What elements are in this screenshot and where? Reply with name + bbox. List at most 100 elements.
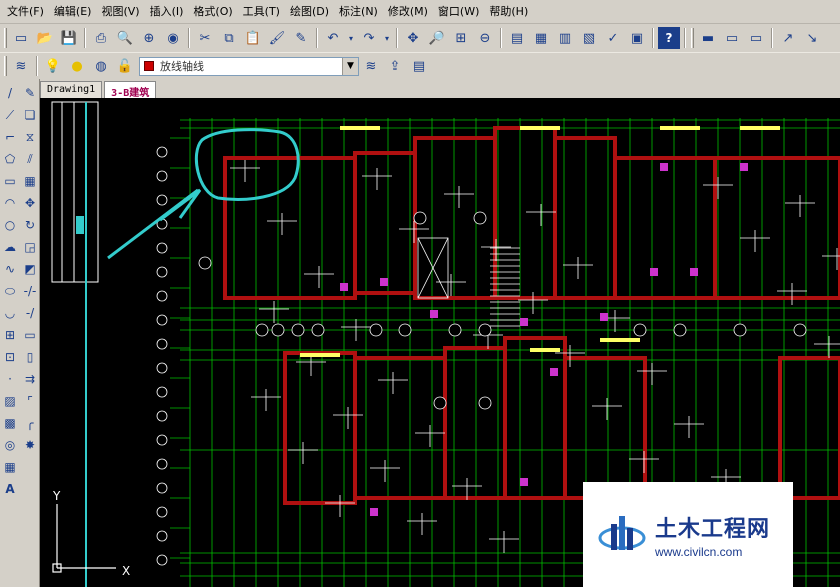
scale-icon[interactable]: ◲: [21, 237, 39, 257]
copy-icon[interactable]: ⧉: [218, 27, 240, 49]
point-icon[interactable]: ·: [1, 369, 19, 389]
print-preview-icon[interactable]: 🔍: [114, 27, 136, 49]
ellipse-arc-icon[interactable]: ◡: [1, 303, 19, 323]
table-icon[interactable]: ▦: [1, 457, 19, 477]
break-at-point-icon[interactable]: ▭: [21, 325, 39, 345]
multileader-style-icon[interactable]: ↘: [801, 27, 823, 49]
move-icon[interactable]: ✥: [21, 193, 39, 213]
publish-icon[interactable]: ⊕: [138, 27, 160, 49]
gradient-icon[interactable]: ▩: [1, 413, 19, 433]
layer-previous-icon[interactable]: ⇪: [384, 55, 406, 77]
trim-icon[interactable]: -/-: [21, 281, 39, 301]
polygon-icon[interactable]: ⬠: [1, 149, 19, 169]
web-publish-icon[interactable]: ◉: [162, 27, 184, 49]
polyline-icon[interactable]: ⌐: [1, 127, 19, 147]
toolbar-grip[interactable]: [4, 28, 7, 48]
menu-view[interactable]: 视图(V): [96, 0, 144, 24]
pan-icon[interactable]: ✥: [402, 27, 424, 49]
make-block-icon[interactable]: ⊡: [1, 347, 19, 367]
properties-icon[interactable]: ▤: [506, 27, 528, 49]
hatch-icon[interactable]: ▨: [1, 391, 19, 411]
mirror-icon[interactable]: ⧖: [21, 127, 39, 147]
menu-tools[interactable]: 工具(T): [238, 0, 285, 24]
cut-icon[interactable]: ✂: [194, 27, 216, 49]
paste-icon[interactable]: 📋: [242, 27, 264, 49]
undo-dropdown-icon[interactable]: ▾: [346, 27, 356, 49]
zoom-previous-icon[interactable]: ⊖: [474, 27, 496, 49]
extend-icon[interactable]: -/: [21, 303, 39, 323]
axis-bubble: [156, 314, 168, 326]
layer-dropdown[interactable]: 放线轴线 ▼: [139, 56, 359, 76]
layer-viewport-freeze-icon[interactable]: ◍: [90, 55, 112, 77]
match-properties-icon[interactable]: 🖌: [266, 27, 288, 49]
menu-edit[interactable]: 编辑(E): [49, 0, 97, 24]
style-text-icon[interactable]: ▬: [697, 27, 719, 49]
menu-draw[interactable]: 绘图(D): [285, 0, 334, 24]
print-icon[interactable]: ⎙: [90, 27, 112, 49]
layer-states-icon[interactable]: ▤: [408, 55, 430, 77]
axis-bubble: [156, 242, 168, 254]
region-icon[interactable]: ◎: [1, 435, 19, 455]
insert-block-icon[interactable]: ⊞: [1, 325, 19, 345]
chevron-down-icon[interactable]: ▼: [342, 57, 358, 75]
zoom-realtime-icon[interactable]: 🔎: [426, 27, 448, 49]
layer-lock-icon[interactable]: 🔓: [114, 55, 136, 77]
chamfer-icon[interactable]: ⌜: [21, 391, 39, 411]
watermark-url[interactable]: www.civilcn.com: [655, 545, 770, 559]
multileader-icon[interactable]: ↗: [777, 27, 799, 49]
menu-dimension[interactable]: 标注(N): [334, 0, 383, 24]
sheet-set-icon[interactable]: ▧: [578, 27, 600, 49]
join-icon[interactable]: ⇉: [21, 369, 39, 389]
menu-format[interactable]: 格式(O): [188, 0, 237, 24]
style-dim-icon[interactable]: ▭: [721, 27, 743, 49]
arc-icon[interactable]: ◠: [1, 193, 19, 213]
copy-object-icon[interactable]: ❏: [21, 105, 39, 125]
array-icon[interactable]: ▦: [21, 171, 39, 191]
redo-icon[interactable]: ↷: [358, 27, 380, 49]
redo-dropdown-icon[interactable]: ▾: [382, 27, 392, 49]
line-icon[interactable]: /: [1, 83, 19, 103]
open-file-icon[interactable]: 📂: [34, 27, 56, 49]
style-table-icon[interactable]: ▭: [745, 27, 767, 49]
menu-modify[interactable]: 修改(M): [383, 0, 433, 24]
stretch-icon[interactable]: ◩: [21, 259, 39, 279]
revcloud-icon[interactable]: ☁: [1, 237, 19, 257]
menu-file[interactable]: 文件(F): [2, 0, 49, 24]
construction-line-icon[interactable]: ⟋: [1, 105, 19, 125]
undo-icon[interactable]: ↶: [322, 27, 344, 49]
rectangle-icon[interactable]: ▭: [1, 171, 19, 191]
make-object-layer-current-icon[interactable]: ≋: [360, 55, 382, 77]
new-file-icon[interactable]: ▭: [10, 27, 32, 49]
save-icon[interactable]: 💾: [58, 27, 80, 49]
layer-manager-icon[interactable]: ≋: [10, 55, 32, 77]
design-center-icon[interactable]: ▦: [530, 27, 552, 49]
spline-icon[interactable]: ∿: [1, 259, 19, 279]
ellipse-icon[interactable]: ⬭: [1, 281, 19, 301]
tool-palettes-icon[interactable]: ▥: [554, 27, 576, 49]
window-mark: [740, 126, 780, 130]
menu-window[interactable]: 窗口(W): [433, 0, 484, 24]
layer-on-icon[interactable]: 💡: [42, 55, 64, 77]
tab-3b-building[interactable]: 3-B建筑: [104, 81, 157, 99]
circle-icon[interactable]: ○: [1, 215, 19, 235]
axis-bubble: [156, 266, 168, 278]
layer-freeze-icon[interactable]: ●: [66, 55, 88, 77]
tab-drawing1[interactable]: Drawing1: [40, 81, 103, 98]
mtext-icon[interactable]: A: [1, 479, 19, 499]
axis-bubble: [448, 323, 462, 337]
calculator-icon[interactable]: ▣: [626, 27, 648, 49]
help-icon[interactable]: ?: [658, 27, 680, 49]
explode-icon[interactable]: ✸: [21, 435, 39, 455]
offset-icon[interactable]: ⫽: [21, 149, 39, 169]
break-icon[interactable]: ▯: [21, 347, 39, 367]
erase-icon[interactable]: ✎: [21, 83, 39, 103]
wall: [503, 336, 567, 500]
menu-help[interactable]: 帮助(H): [484, 0, 533, 24]
markup-icon[interactable]: ✓: [602, 27, 624, 49]
axis-bubble: [156, 338, 168, 350]
rotate-icon[interactable]: ↻: [21, 215, 39, 235]
fillet-icon[interactable]: ╭: [21, 413, 39, 433]
zoom-window-icon[interactable]: ⊞: [450, 27, 472, 49]
block-editor-icon[interactable]: ✎: [290, 27, 312, 49]
menu-insert[interactable]: 插入(I): [145, 0, 189, 24]
